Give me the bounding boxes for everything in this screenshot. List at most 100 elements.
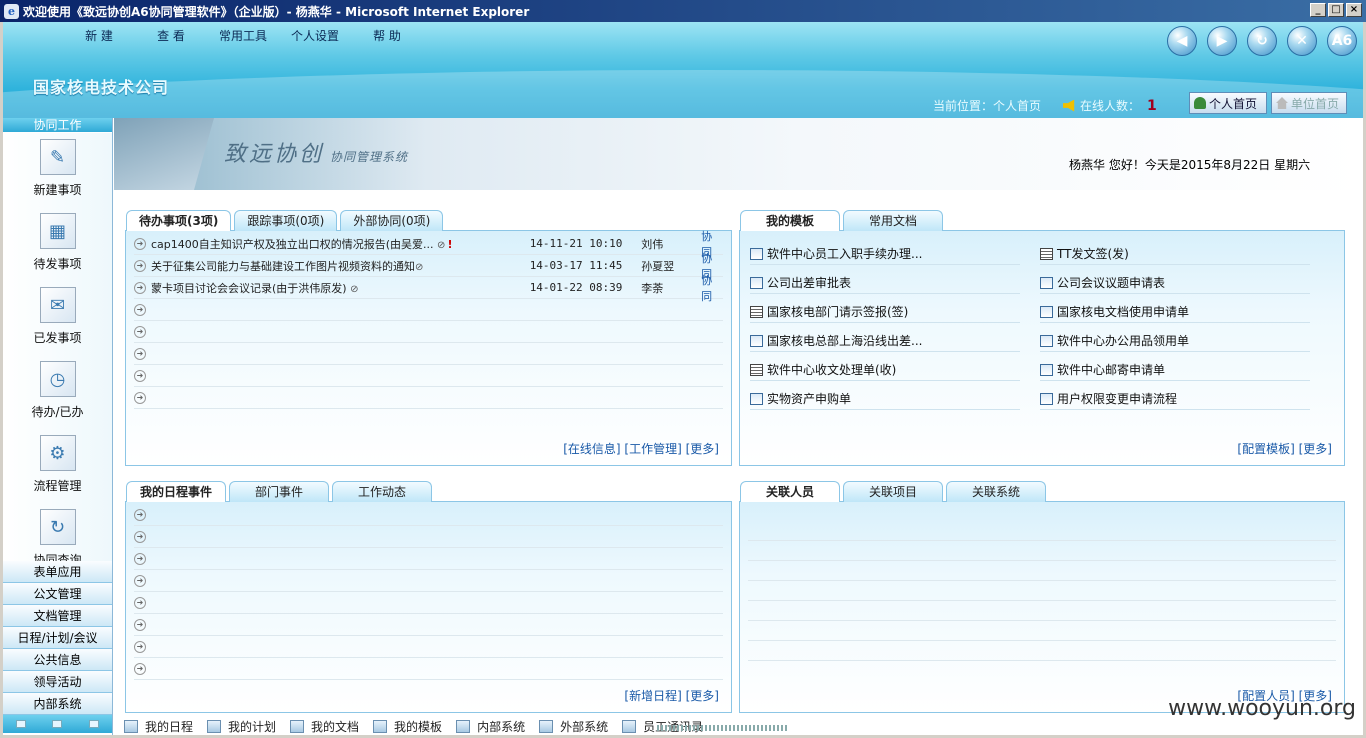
shortcut-my-plan[interactable]: 我的计划 (207, 718, 276, 735)
location-value[interactable]: 个人首页 (993, 99, 1041, 113)
sidebar-grid-icon[interactable] (88, 720, 99, 728)
todo-subject[interactable]: cap1400自主知识产权及独立出口权的情况报告(由吴爱... ⊘! (151, 236, 480, 252)
todo-more-link[interactable]: [更多] (686, 442, 719, 456)
personal-home-button[interactable]: 个人首页 (1189, 92, 1267, 114)
arrow-icon: ➜ (134, 618, 146, 631)
tab-my-templates[interactable]: 我的模板 (740, 210, 840, 231)
sidebar-item-query[interactable]: ↻ 协同查询 (3, 503, 112, 561)
config-template-link[interactable]: [配置模板] (1237, 442, 1294, 456)
a6-logo-icon[interactable]: A6 (1327, 26, 1357, 56)
schedule-more-link[interactable]: [更多] (686, 689, 719, 703)
header-nav-buttons: ◀ ▶ ↻ ✕ A6 (1167, 26, 1357, 56)
sidebar-item-todo[interactable]: ◷ 待办/已办 (3, 355, 112, 429)
sidebar-nav-schedule[interactable]: 日程/计划/会议 (3, 627, 112, 649)
add-schedule-link[interactable]: [新增日程] (624, 689, 681, 703)
sidebar-nav-official-docs[interactable]: 公文管理 (3, 583, 112, 605)
logout-icon[interactable]: ✕ (1287, 26, 1317, 56)
resize-handle[interactable] (657, 725, 787, 731)
template-item[interactable]: TT发文签(发) (1040, 243, 1310, 265)
tab-common-docs[interactable]: 常用文档 (843, 210, 943, 231)
template-item[interactable]: 公司会议议题申请表 (1040, 272, 1310, 294)
tab-related-projects[interactable]: 关联项目 (843, 481, 943, 502)
template-item[interactable]: 国家核电总部上海沿线出差... (750, 330, 1020, 352)
tab-external[interactable]: 外部协同(0项) (340, 210, 444, 231)
forward-icon[interactable]: ▶ (1207, 26, 1237, 56)
template-item[interactable]: 国家核电部门请示签报(签) (750, 301, 1020, 323)
sidebar-item-flow[interactable]: ⚙ 流程管理 (3, 429, 112, 503)
tab-work-dynamics[interactable]: 工作动态 (332, 481, 432, 502)
menu-view[interactable]: 查 看 (135, 27, 207, 44)
template-item[interactable]: 软件中心员工入职手续办理... (750, 243, 1020, 265)
internal-system-icon (456, 719, 471, 733)
back-icon[interactable]: ◀ (1167, 26, 1197, 56)
app-header: 新 建 查 看 常用工具 个人设置 帮 助 国家核电技术公司 ◀ ▶ ↻ ✕ A… (3, 22, 1363, 118)
shortcut-my-templates[interactable]: 我的模板 (373, 718, 442, 735)
sidebar-view-icon[interactable] (16, 720, 27, 728)
shortcut-internal-system[interactable]: 内部系统 (456, 718, 525, 735)
pending-send-icon: ▦ (39, 213, 76, 249)
template-item[interactable]: 国家核电文档使用申请单 (1040, 301, 1310, 323)
sidebar-nav-leaders[interactable]: 领导活动 (3, 671, 112, 693)
sidebar-nav-internal[interactable]: 内部系统 (3, 693, 112, 715)
sidebar-item-pending-send[interactable]: ▦ 待发事项 (3, 207, 112, 281)
sidebar-footer (3, 715, 112, 733)
menu-personal-settings[interactable]: 个人设置 (279, 27, 351, 44)
maximize-button[interactable]: □ (1328, 3, 1344, 17)
online-users: 在线人数： 1 (1063, 97, 1157, 114)
menu-new[interactable]: 新 建 (63, 27, 135, 44)
sidebar-list-icon[interactable] (52, 720, 63, 728)
tab-todo[interactable]: 待办事项(3项) (126, 210, 232, 231)
schedule-links: [新增日程] [更多] (624, 687, 719, 704)
sidebar-item-new[interactable]: ✎ 新建事项 (3, 133, 112, 207)
online-count[interactable]: 1 (1147, 98, 1157, 114)
sidebar-nav-documents[interactable]: 文档管理 (3, 605, 112, 627)
banner-logo: 致远协创 协同管理系统 (224, 142, 409, 167)
template-item[interactable]: 公司出差审批表 (750, 272, 1020, 294)
todo-subject[interactable]: 关于征集公司能力与基础建设工作图片视频资料的通知⊘ (151, 258, 480, 274)
sidebar-head[interactable]: 协同工作 (3, 118, 112, 133)
tab-dept-events[interactable]: 部门事件 (229, 481, 329, 502)
unit-home-button[interactable]: 单位首页 (1271, 92, 1347, 114)
window-controls: _ □ × (1310, 3, 1362, 17)
doc-icon (750, 363, 763, 376)
online-label: 在线人数： (1080, 99, 1141, 113)
sidebar-item-sent[interactable]: ✉ 已发事项 (3, 281, 112, 355)
refresh-icon[interactable]: ↻ (1247, 26, 1277, 56)
template-item[interactable]: 实物资产申购单 (750, 388, 1020, 410)
main-content: 致远协创 协同管理系统 杨燕华 您好！今天是2015年8月22日 星期六 待办事项… (114, 118, 1363, 735)
table-row[interactable]: ➜ 蒙卡项目讨论会会议记录(由于洪伟原发) ⊘ 14-01-22 08:39 李… (134, 274, 723, 303)
minimize-button[interactable]: _ (1310, 3, 1326, 17)
work-manage-link[interactable]: [工作管理] (624, 442, 681, 456)
menu-help[interactable]: 帮 助 (351, 27, 423, 44)
table-row[interactable]: ➜ cap1400自主知识产权及独立出口权的情况报告(由吴爱... ⊘! 14-… (134, 230, 723, 259)
sidebar-nav-forms[interactable]: 表单应用 (3, 561, 112, 583)
template-item[interactable]: 用户权限变更申请流程 (1040, 388, 1310, 410)
tab-related-systems[interactable]: 关联系统 (946, 481, 1046, 502)
plan-icon (207, 719, 222, 733)
sidebar-nav-public-info[interactable]: 公共信息 (3, 649, 112, 671)
close-button[interactable]: × (1346, 3, 1362, 17)
template-item[interactable]: 软件中心邮寄申请单 (1040, 359, 1310, 381)
ie-icon: e (4, 3, 19, 19)
empty-row: ➜ (134, 504, 723, 526)
table-row[interactable]: ➜ 关于征集公司能力与基础建设工作图片视频资料的通知⊘ 14-03-17 11:… (134, 252, 723, 281)
online-info-link[interactable]: [在线信息] (563, 442, 620, 456)
arrow-icon: ➜ (134, 662, 146, 675)
arrow-icon: ➜ (134, 325, 146, 338)
template-item[interactable]: 软件中心收文处理单(收) (750, 359, 1020, 381)
shortcut-my-schedule[interactable]: 我的日程 (124, 718, 193, 735)
tab-my-schedule[interactable]: 我的日程事件 (126, 481, 226, 502)
shortcut-external-system[interactable]: 外部系统 (539, 718, 608, 735)
tab-related-people[interactable]: 关联人员 (740, 481, 840, 502)
sent-icon: ✉ (39, 287, 76, 323)
arrow-icon: ➜ (134, 259, 146, 272)
shortcut-my-docs[interactable]: 我的文档 (290, 718, 359, 735)
todo-subject[interactable]: 蒙卡项目讨论会会议记录(由于洪伟原发) ⊘ (151, 280, 480, 296)
menu-tools[interactable]: 常用工具 (207, 27, 279, 44)
template-more-link[interactable]: [更多] (1299, 442, 1332, 456)
form-icon (1040, 334, 1053, 347)
empty-row: ➜ (134, 343, 723, 365)
template-item[interactable]: 软件中心办公用品领用单 (1040, 330, 1310, 352)
empty-row: ➜ (134, 614, 723, 636)
tab-tracking[interactable]: 跟踪事项(0项) (234, 210, 338, 231)
